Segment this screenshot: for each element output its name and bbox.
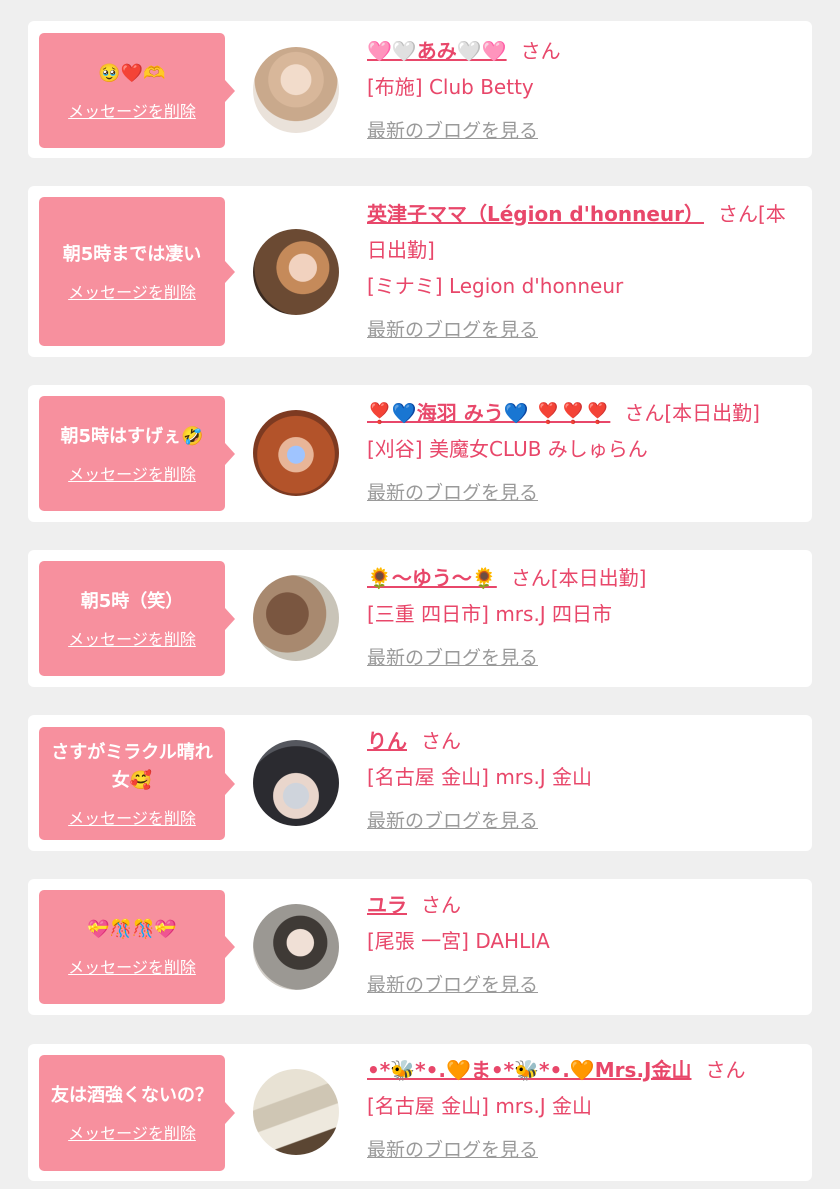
message-text: 朝5時までは凄い	[62, 243, 202, 265]
message-card: さすがミラクル晴れ女🥰 メッセージを削除 りん さん [名古屋 金山] mrs.J…	[28, 715, 812, 851]
cast-name-line: 英津子ママ（Légion d'honneur） さん[本日出勤]	[367, 196, 792, 268]
latest-blog-link[interactable]: 最新のブログを見る	[367, 642, 538, 674]
message-card: 朝5時はすげぇ🤣 メッセージを削除 ❣️💙海羽 みう💙 ❣️❣️❣️ さん[本日出…	[28, 385, 812, 522]
avatar[interactable]	[253, 47, 339, 133]
cast-name-line: 🩷🤍あみ🤍🩷 さん	[367, 33, 792, 69]
cast-info: ❣️💙海羽 みう💙 ❣️❣️❣️ さん[本日出勤] [刈谷] 美魔女CLUB みし…	[367, 395, 792, 509]
cast-info: 🩷🤍あみ🤍🩷 さん [布施] Club Betty 最新のブログを見る	[367, 33, 792, 147]
cast-name-link[interactable]: りん	[367, 729, 407, 753]
honorific: さん[本日出勤]	[510, 566, 647, 590]
shop-name: [名古屋 金山] mrs.J 金山	[367, 1094, 593, 1118]
message-bubble: 朝5時（笑） メッセージを削除	[39, 561, 235, 676]
cast-info: •*🐝*•.🧡ま•*🐝*•.🧡Mrs.J金山 さん [名古屋 金山] mrs.J …	[367, 1052, 792, 1166]
cast-info: りん さん [名古屋 金山] mrs.J 金山 最新のブログを見る	[367, 723, 792, 837]
message-card: 友は酒強くないの？ メッセージを削除 •*🐝*•.🧡ま•*🐝*•.🧡Mrs.J金…	[28, 1044, 812, 1181]
message-text: さすがミラクル晴れ女🥰	[51, 741, 213, 791]
delete-message-link[interactable]: メッセージを削除	[68, 805, 196, 829]
delete-message-link[interactable]: メッセージを削除	[68, 461, 196, 485]
message-card: 朝5時（笑） メッセージを削除 🌻～ゆう～🌻 さん[本日出勤] [三重 四日市] …	[28, 550, 812, 687]
shop-name: [名古屋 金山] mrs.J 金山	[367, 765, 593, 789]
latest-blog-link[interactable]: 最新のブログを見る	[367, 477, 538, 509]
latest-blog-link[interactable]: 最新のブログを見る	[367, 1134, 538, 1166]
cast-name-link[interactable]: 🩷🤍あみ🤍🩷	[367, 39, 507, 63]
delete-message-link[interactable]: メッセージを削除	[68, 98, 196, 122]
delete-message-link[interactable]: メッセージを削除	[68, 1120, 196, 1144]
message-bubble: 朝5時までは凄い メッセージを削除	[39, 197, 235, 346]
message-bubble: 朝5時はすげぇ🤣 メッセージを削除	[39, 396, 235, 511]
avatar[interactable]	[253, 575, 339, 661]
message-text: 友は酒強くないの？	[51, 1085, 213, 1106]
avatar[interactable]	[253, 1069, 339, 1155]
honorific: さん	[421, 729, 461, 753]
message-bubble: さすがミラクル晴れ女🥰 メッセージを削除	[39, 727, 235, 840]
avatar[interactable]	[253, 410, 339, 496]
honorific: さん	[520, 39, 561, 63]
cast-name-line: りん さん	[367, 723, 792, 759]
message-bubble: 🥹❤️🫶 メッセージを削除	[39, 33, 235, 148]
delete-message-link[interactable]: メッセージを削除	[68, 279, 196, 303]
message-card: 💝🎊🎊💝 メッセージを削除 ユラ さん [尾張 一宮] DAHLIA 最新のブログ…	[28, 879, 812, 1015]
shop-name: [布施] Club Betty	[367, 75, 534, 99]
cast-name-link[interactable]: •*🐝*•.🧡ま•*🐝*•.🧡Mrs.J金山	[367, 1058, 691, 1082]
latest-blog-link[interactable]: 最新のブログを見る	[367, 805, 538, 837]
cast-name-link[interactable]: 🌻～ゆう～🌻	[367, 566, 497, 590]
latest-blog-link[interactable]: 最新のブログを見る	[367, 314, 538, 346]
honorific: さん	[421, 893, 461, 917]
honorific: さん[本日出勤]	[624, 401, 760, 425]
message-text: 💝🎊🎊💝	[87, 919, 177, 940]
cast-name-link[interactable]: ❣️💙海羽 みう💙 ❣️❣️❣️	[367, 401, 610, 425]
message-text: 🥹❤️🫶	[98, 62, 166, 84]
avatar[interactable]	[253, 229, 339, 315]
message-bubble: 💝🎊🎊💝 メッセージを削除	[39, 890, 235, 1004]
shop-name: [ミナミ] Legion d'honneur	[367, 274, 624, 298]
message-text: 朝5時はすげぇ🤣	[60, 425, 204, 447]
message-card: 🥹❤️🫶 メッセージを削除 🩷🤍あみ🤍🩷 さん [布施] Club Betty 最…	[28, 21, 812, 158]
delete-message-link[interactable]: メッセージを削除	[68, 626, 196, 650]
avatar[interactable]	[253, 740, 339, 826]
latest-blog-link[interactable]: 最新のブログを見る	[367, 969, 538, 1001]
shop-name: [三重 四日市] mrs.J 四日市	[367, 602, 613, 626]
honorific: さん	[705, 1058, 746, 1082]
shop-name: [刈谷] 美魔女CLUB みしゅらん	[367, 437, 648, 461]
cast-info: 🌻～ゆう～🌻 さん[本日出勤] [三重 四日市] mrs.J 四日市 最新のブログ…	[367, 560, 792, 674]
shop-name: [尾張 一宮] DAHLIA	[367, 929, 550, 953]
cast-name-line: ❣️💙海羽 みう💙 ❣️❣️❣️ さん[本日出勤]	[367, 395, 792, 431]
cast-info: 英津子ママ（Légion d'honneur） さん[本日出勤] [ミナミ] Le…	[367, 196, 792, 346]
latest-blog-link[interactable]: 最新のブログを見る	[367, 115, 538, 147]
cast-name-line: 🌻～ゆう～🌻 さん[本日出勤]	[367, 560, 792, 596]
message-bubble: 友は酒強くないの？ メッセージを削除	[39, 1055, 235, 1171]
avatar[interactable]	[253, 904, 339, 990]
cast-info: ユラ さん [尾張 一宮] DAHLIA 最新のブログを見る	[367, 887, 792, 1001]
cast-name-line: ユラ さん	[367, 887, 792, 923]
cast-name-link[interactable]: 英津子ママ（Légion d'honneur）	[367, 202, 704, 226]
message-text: 朝5時（笑）	[80, 590, 184, 612]
message-list: 🥹❤️🫶 メッセージを削除 🩷🤍あみ🤍🩷 さん [布施] Club Betty 最…	[0, 0, 840, 1189]
cast-name-link[interactable]: ユラ	[367, 893, 407, 917]
delete-message-link[interactable]: メッセージを削除	[68, 954, 196, 978]
message-card: 朝5時までは凄い メッセージを削除 英津子ママ（Légion d'honneur…	[28, 186, 812, 357]
cast-name-line: •*🐝*•.🧡ま•*🐝*•.🧡Mrs.J金山 さん	[367, 1052, 792, 1088]
